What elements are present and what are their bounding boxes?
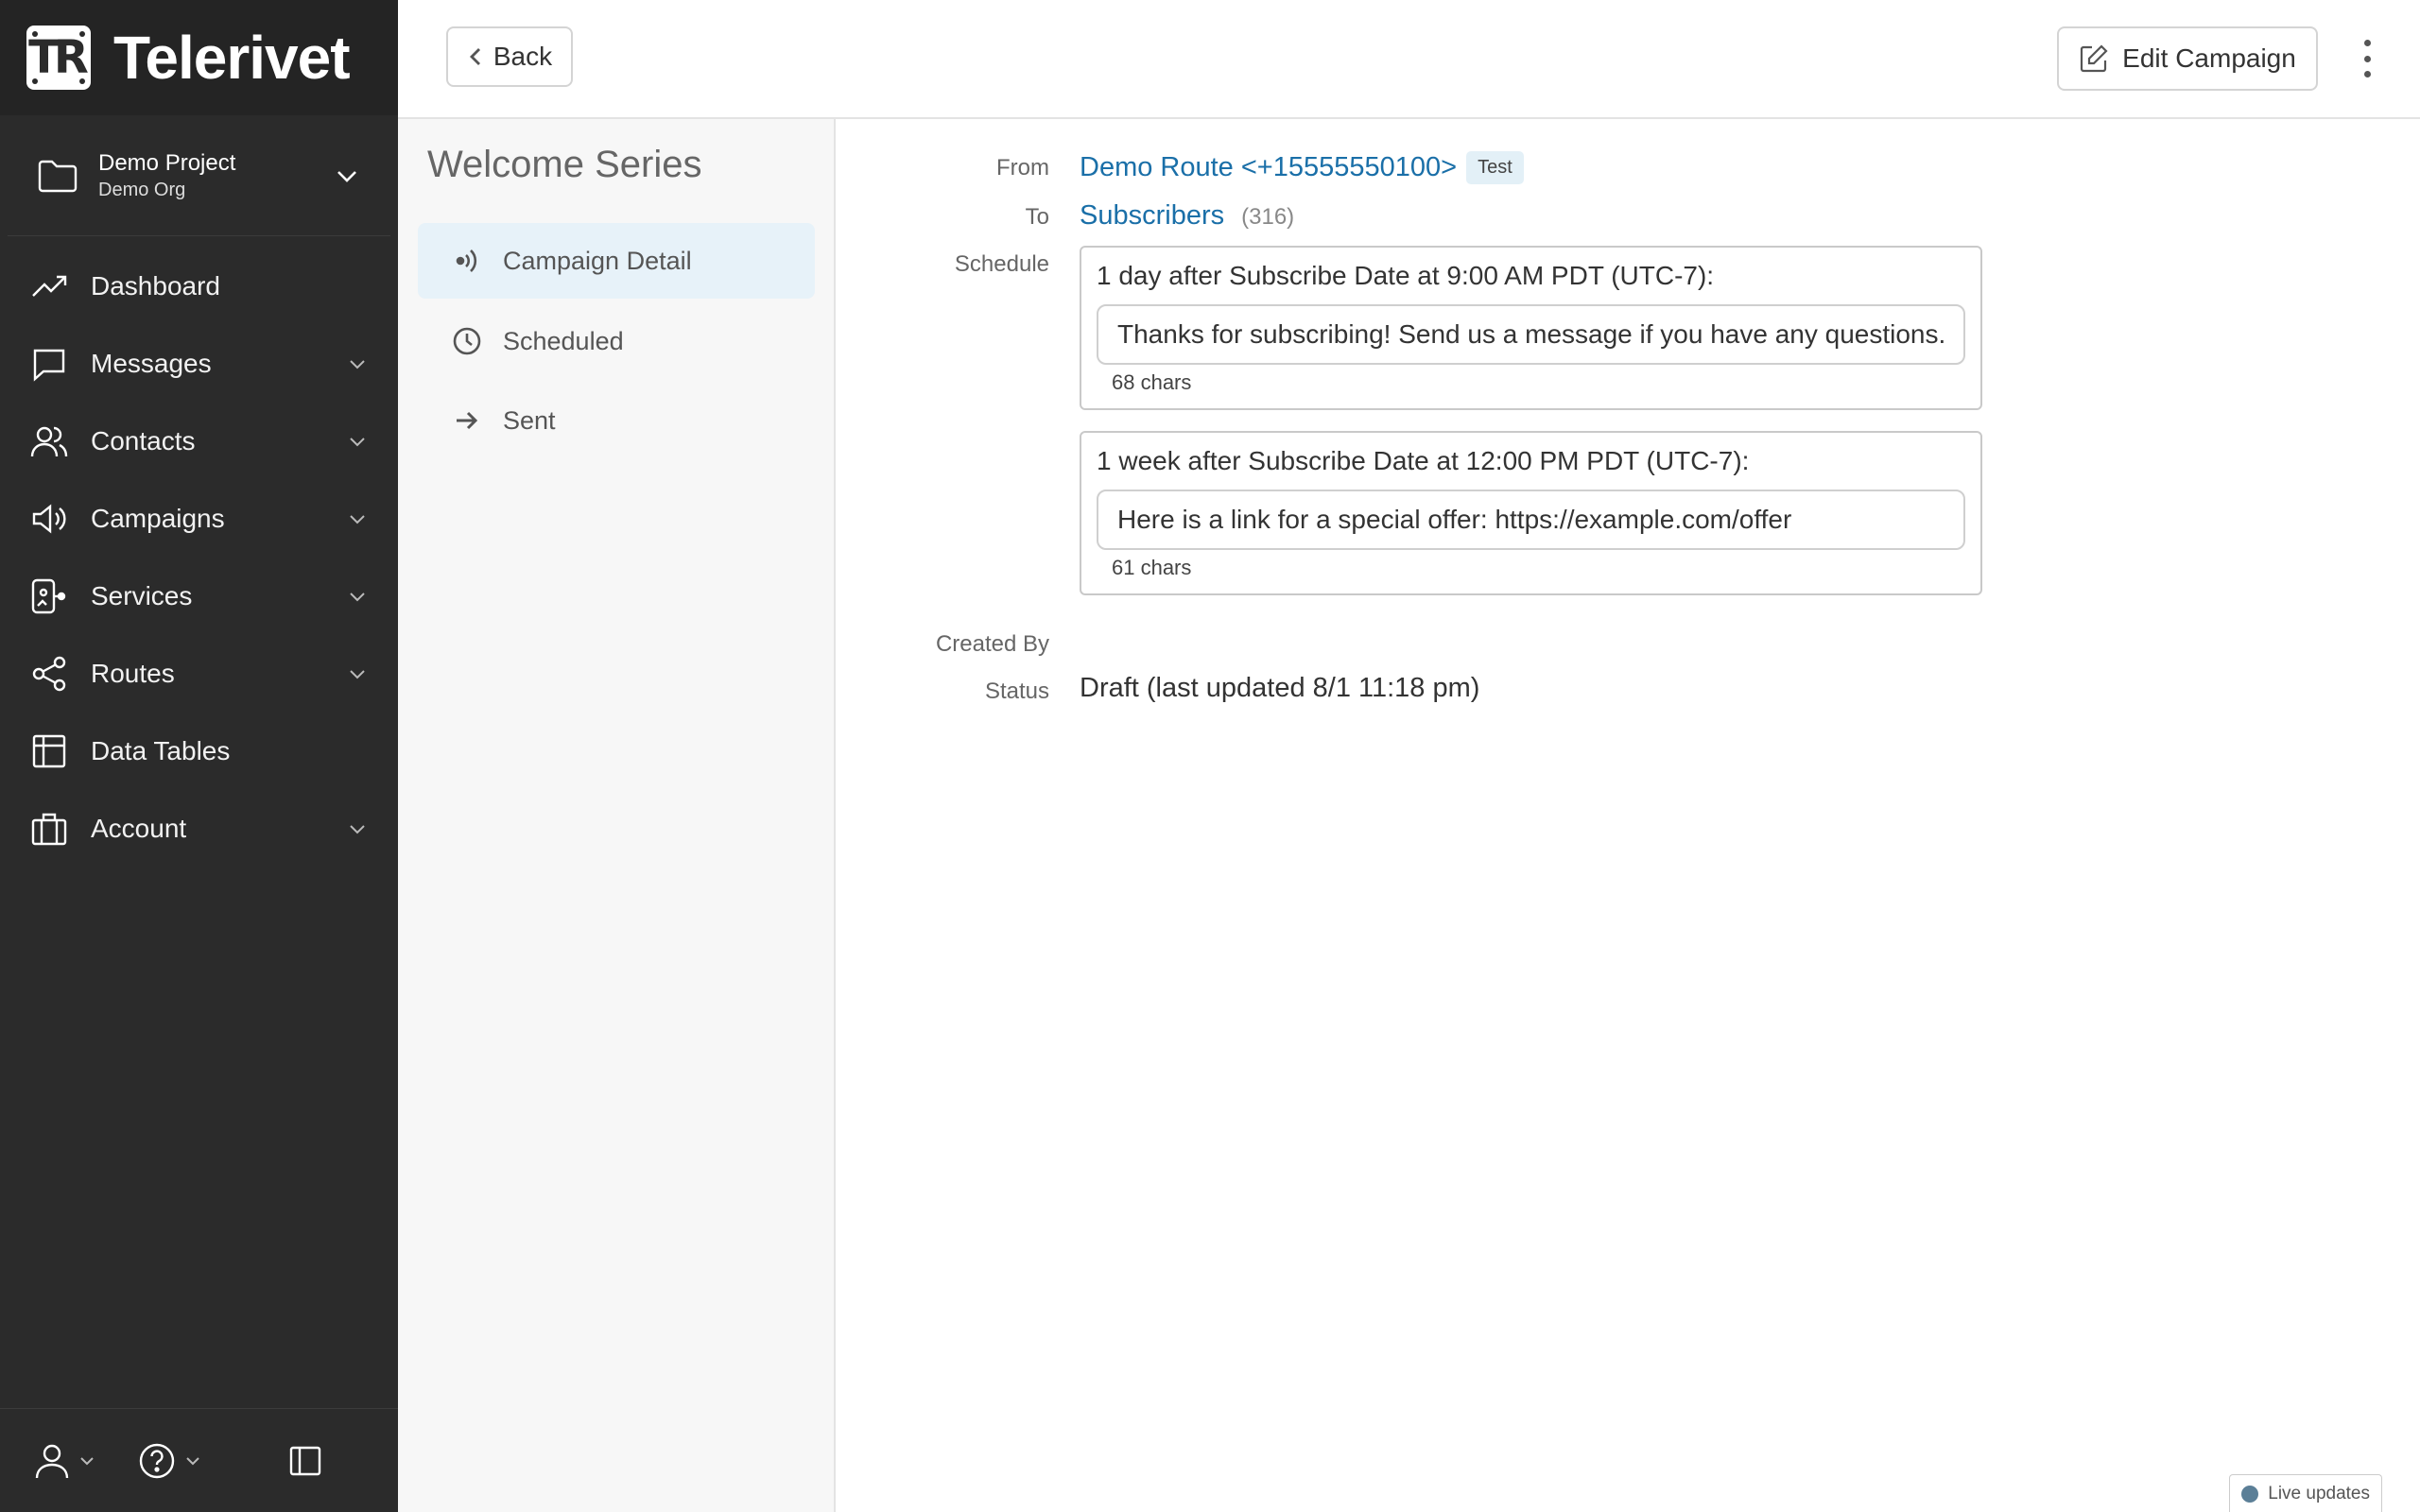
live-updates-label: Live updates [2268,1483,2370,1503]
chevron-down-icon [350,593,365,602]
chevron-down-icon [350,438,365,447]
nav-item-routes[interactable]: Routes [0,635,398,713]
arrow-right-icon [452,405,482,436]
nav-label: Campaigns [91,504,225,533]
chevron-down-icon [350,825,365,834]
edit-icon [2081,44,2108,73]
folder-icon [38,160,78,192]
schedule-item: 1 week after Subscribe Date at 12:00 PM … [1080,431,1982,595]
campaign-title: Welcome Series [427,144,702,185]
page-header: Back Edit Campaign [398,0,2420,119]
nav-item-data-tables[interactable]: Data Tables [0,713,398,790]
from-label: From [996,155,1049,180]
schedule-label: Schedule [954,251,1049,277]
nav-label: Services [91,581,193,610]
users-icon [30,422,68,460]
message-icon [30,345,68,383]
schedule-item: 1 day after Subscribe Date at 9:00 AM PD… [1080,246,1982,410]
help-menu-button[interactable] [138,1442,202,1480]
status-label: Status [984,679,1049,704]
project-switcher[interactable]: Demo Project Demo Org [8,115,390,236]
project-name: Demo Project [98,149,236,176]
org-name: Demo Org [98,179,186,200]
tab-label: Scheduled [503,326,624,355]
tab-label: Sent [503,405,556,435]
recipient-count: (316) [1241,204,1295,230]
campaign-subnav: Welcome Series Campaign Detail Scheduled… [398,119,836,1512]
chevron-left-icon [469,48,480,65]
chevron-down-icon [350,360,365,369]
message-preview: Here is a link for a special offer: http… [1097,490,1965,550]
sidebar: TR Telerivet Demo Project Demo Org Dashb… [0,0,398,1512]
nav-label: Dashboard [91,271,220,301]
sidebar-footer [0,1408,398,1512]
chevron-down-icon [337,170,356,182]
briefcase-icon [30,810,68,848]
user-icon [35,1444,69,1478]
schedule-time: 1 week after Subscribe Date at 12:00 PM … [1097,446,1750,475]
back-label: Back [493,42,553,71]
broadcast-icon [452,246,482,276]
nav-item-services[interactable]: Services [0,558,398,635]
from-field: Demo Route <+15555550100> Test [1080,151,1524,184]
share-icon [30,655,68,693]
nav-item-dashboard[interactable]: Dashboard [0,248,398,325]
campaign-detail: From To Schedule Created By Status Demo … [838,121,2420,1512]
schedule-time: 1 day after Subscribe Date at 9:00 AM PD… [1097,261,1715,290]
group-link[interactable]: Subscribers [1080,200,1224,232]
to-label: To [1025,204,1049,230]
nav-label: Messages [91,349,212,378]
char-count: 61 chars [1112,556,1192,579]
telerivet-logo-icon: TR [26,26,91,90]
status-value: Draft (last updated 8/1 11:18 pm) [1080,673,1480,703]
to-field: Subscribers (316) [1080,200,1294,232]
tab-campaign-detail[interactable]: Campaign Detail [418,223,815,299]
nav-item-campaigns[interactable]: Campaigns [0,480,398,558]
collapse-sidebar-button[interactable] [288,1444,322,1478]
live-updates-indicator[interactable]: Live updates [2229,1474,2382,1512]
nav-label: Data Tables [91,736,231,765]
more-options-icon[interactable] [2361,40,2373,77]
chevron-down-icon [186,1456,199,1465]
tab-label: Campaign Detail [503,246,692,275]
status-dot-icon [2241,1485,2259,1503]
sidebar-toggle-icon [289,1446,321,1475]
help-icon [139,1443,175,1478]
char-count: 68 chars [1112,370,1192,394]
chevron-down-icon [350,515,365,524]
back-button[interactable]: Back [446,26,573,87]
edit-campaign-button[interactable]: Edit Campaign [2057,26,2318,91]
megaphone-icon [30,500,68,538]
edit-label: Edit Campaign [2122,43,2296,73]
nav-label: Routes [91,659,175,688]
test-badge: Test [1466,151,1524,184]
nav-label: Account [91,814,187,843]
message-preview: Thanks for subscribing! Send us a messag… [1097,304,1965,365]
user-menu-button[interactable] [34,1442,96,1480]
created-by-label: Created By [935,631,1049,657]
chevron-down-icon [80,1456,94,1465]
tab-sent[interactable]: Sent [418,383,815,458]
tab-scheduled[interactable]: Scheduled [418,303,815,379]
brand-name: Telerivet [113,24,350,92]
route-link[interactable]: Demo Route <+15555550100> [1080,152,1457,183]
services-icon [30,577,68,615]
nav-item-account[interactable]: Account [0,790,398,868]
nav-item-messages[interactable]: Messages [0,325,398,403]
trending-up-icon [30,267,68,305]
table-icon [30,732,68,770]
logo[interactable]: TR Telerivet [0,0,398,115]
main-nav: Dashboard Messages Contacts Campaigns Se… [0,248,398,868]
clock-icon [452,326,482,356]
nav-label: Contacts [91,426,196,455]
nav-item-contacts[interactable]: Contacts [0,403,398,480]
chevron-down-icon [350,670,365,679]
